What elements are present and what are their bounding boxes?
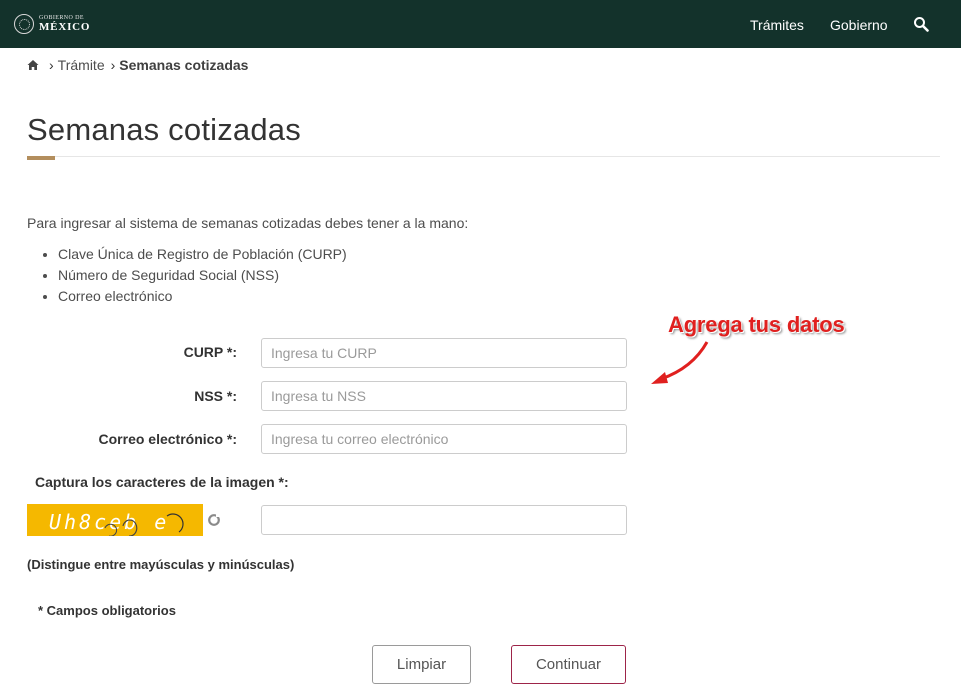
nss-input[interactable]: [261, 381, 627, 411]
refresh-icon[interactable]: [207, 513, 221, 527]
intro-text: Para ingresar al sistema de semanas coti…: [27, 215, 469, 231]
breadcrumb-item-tramite[interactable]: Trámite: [58, 57, 105, 73]
captcha-input[interactable]: [261, 505, 627, 535]
gobierno-de-mexico-logo[interactable]: GOBIERNO DE MÉXICO: [14, 10, 90, 38]
page-title: Semanas cotizadas: [27, 112, 301, 147]
curp-label: CURP *:: [183, 344, 237, 360]
title-accent-bar: [27, 156, 55, 160]
captcha-noise: [104, 513, 184, 536]
breadcrumb-separator: ›: [110, 57, 116, 73]
continue-button[interactable]: Continuar: [511, 645, 626, 684]
annotation-arrow-icon: [651, 341, 709, 384]
logo-big-text: MÉXICO: [39, 21, 91, 33]
top-navbar: GOBIERNO DE MÉXICO Trámites Gobierno: [0, 0, 961, 48]
title-divider: [27, 156, 940, 157]
email-input[interactable]: [261, 424, 627, 454]
list-item: Correo electrónico: [58, 286, 347, 307]
breadcrumb-item-current: Semanas cotizadas: [119, 57, 249, 73]
captcha-image: Uh8ceb e: [27, 504, 203, 536]
nss-label: NSS *:: [194, 388, 237, 404]
email-label: Correo electrónico *:: [98, 431, 237, 447]
curp-input[interactable]: [261, 338, 627, 368]
requirements-list: Clave Única de Registro de Población (CU…: [42, 244, 347, 307]
national-seal-icon: [14, 14, 34, 34]
breadcrumb: › Trámite › Semanas cotizadas: [27, 56, 248, 74]
search-icon[interactable]: [913, 16, 929, 32]
nav-link-gobierno[interactable]: Gobierno: [830, 17, 888, 33]
required-fields-note: * Campos obligatorios: [38, 603, 176, 618]
home-icon[interactable]: [27, 59, 39, 71]
case-sensitivity-hint: (Distingue entre mayúsculas y minúsculas…: [27, 557, 295, 572]
clear-button[interactable]: Limpiar: [372, 645, 471, 684]
nav-link-tramites[interactable]: Trámites: [750, 17, 804, 33]
annotation-callout: Agrega tus datos: [668, 312, 845, 337]
captcha-label: Captura los caracteres de la imagen *:: [35, 474, 289, 490]
list-item: Número de Seguridad Social (NSS): [58, 265, 347, 286]
breadcrumb-separator: ›: [49, 57, 54, 73]
list-item: Clave Única de Registro de Población (CU…: [58, 244, 347, 265]
